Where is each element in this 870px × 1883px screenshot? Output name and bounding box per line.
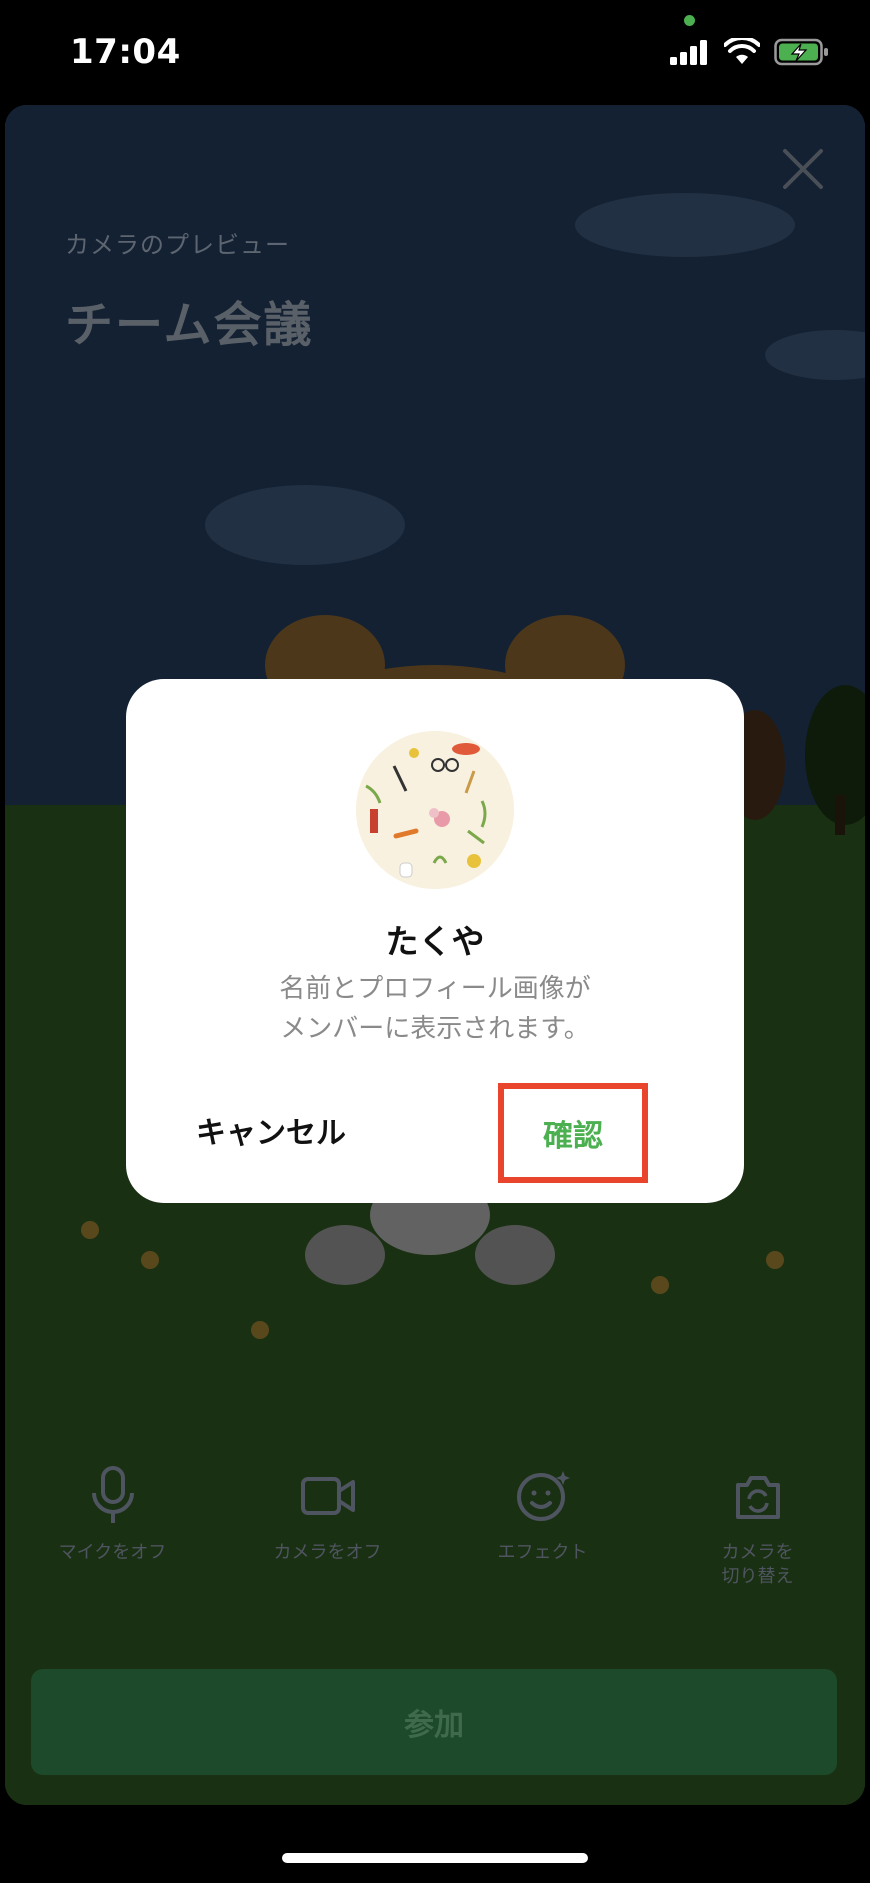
close-icon[interactable] <box>779 145 827 193</box>
dialog-user-name: たくや <box>385 922 485 961</box>
camera-in-use-indicator <box>684 15 695 26</box>
camera-off-label: カメラをオフ <box>273 1542 382 1563</box>
video-camera-icon <box>300 1477 355 1515</box>
dialog-message: 名前とプロフィール画像が メンバーに表示されます。 <box>126 969 744 1049</box>
status-bar: 17:04 <box>0 0 870 105</box>
confirm-button[interactable]: 確認 <box>498 1083 648 1183</box>
preview-label: カメラのプレビュー <box>65 231 290 259</box>
switch-camera-button[interactable]: カメラを 切り替え <box>650 1465 865 1589</box>
signal-icon <box>670 40 707 65</box>
mic-off-button[interactable]: マイクをオフ <box>5 1465 220 1589</box>
dialog-message-line2: メンバーに表示されます。 <box>280 1014 590 1044</box>
camera-off-button[interactable]: カメラをオフ <box>220 1465 435 1589</box>
effect-label: エフェクト <box>497 1542 588 1563</box>
mic-off-label: マイクをオフ <box>58 1542 167 1563</box>
switch-camera-label: カメラを 切り替え <box>721 1542 794 1587</box>
profile-pattern-image <box>356 731 514 889</box>
status-time: 17:04 <box>70 32 181 72</box>
avatar <box>356 731 514 889</box>
dialog-message-line1: 名前とプロフィール画像が <box>279 974 591 1004</box>
call-controls: マイクをオフ カメラをオフ エフェクト カメラを 切り替え <box>5 1465 865 1589</box>
wifi-icon <box>724 38 760 64</box>
microphone-icon <box>91 1466 134 1523</box>
switch-camera-icon <box>735 1476 780 1519</box>
meeting-title: チーム会議 <box>65 297 314 353</box>
profile-confirm-dialog: たくや 名前とプロフィール画像が メンバーに表示されます。 キャンセル 確認 <box>126 679 744 1203</box>
battery-charging-icon <box>774 38 828 66</box>
cancel-button[interactable]: キャンセル <box>186 1109 356 1159</box>
join-button[interactable]: 参加 <box>31 1669 837 1775</box>
status-icons <box>670 38 830 66</box>
effect-button[interactable]: エフェクト <box>435 1465 650 1589</box>
home-indicator <box>282 1853 588 1863</box>
effect-face-icon <box>516 1471 570 1521</box>
